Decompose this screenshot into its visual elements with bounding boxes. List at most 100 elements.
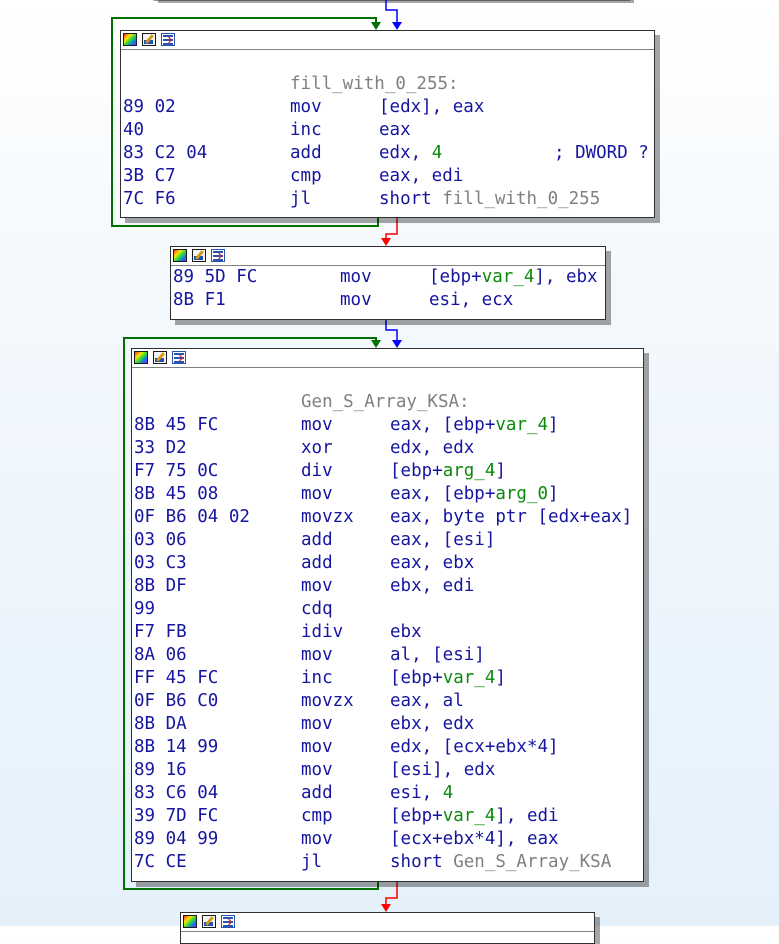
code-line[interactable]: 89 16 mov [esi], edx <box>134 759 643 782</box>
code-line[interactable]: 89 02 mov [edx], eax <box>123 96 654 119</box>
opcode-bytes: 0F B6 C0 <box>134 691 219 711</box>
opcode-bytes: 0F B6 04 02 <box>134 507 250 527</box>
stack-variable[interactable]: var_4 <box>443 806 496 826</box>
jump-target-ref[interactable]: Gen_S_Array_KSA <box>453 852 611 872</box>
operand-text: [ecx+ebx*4], eax <box>390 829 559 849</box>
mnemonic: inc <box>301 668 333 688</box>
operand-text: [ebp+ <box>390 668 443 688</box>
mnemonic: jl <box>301 852 323 872</box>
operand-text: ], ebx <box>534 267 598 287</box>
code-line[interactable]: 7C F6 jl short fill_with_0_255 <box>123 188 654 211</box>
edit-node-icon[interactable] <box>192 249 206 262</box>
operands: eax, ebx <box>390 552 474 575</box>
code-line[interactable]: 8A 06 mov al, [esi] <box>134 644 643 667</box>
edit-node-icon[interactable] <box>153 351 167 364</box>
node-titlebar <box>121 31 654 50</box>
mnemonic: add <box>301 783 333 803</box>
code-line[interactable]: 8B DA mov ebx, edx <box>134 713 643 736</box>
operand-text: short <box>390 852 454 872</box>
mnemonic: xor <box>301 438 333 458</box>
code-line[interactable]: 03 06 add eax, [esi] <box>134 529 643 552</box>
code-line[interactable]: 40 inc eax <box>123 119 654 142</box>
code-line[interactable]: F7 FB idiv ebx <box>134 621 643 644</box>
operands: eax, [ebp+arg_0] <box>390 483 559 506</box>
opcode-bytes: FF 45 FC <box>134 668 219 688</box>
mnemonic: jl <box>290 189 312 209</box>
code-line[interactable]: 8B 45 08 mov eax, [ebp+arg_0] <box>134 483 643 506</box>
code-line[interactable]: 89 5D FC mov [ebp+var_4], ebx <box>173 266 605 289</box>
xref-list-icon[interactable] <box>211 249 225 262</box>
code-line[interactable]: 8B DF mov ebx, edi <box>134 575 643 598</box>
jump-target-ref[interactable]: fill_with_0_255 <box>442 189 600 209</box>
mnemonic: cmp <box>290 166 322 186</box>
edge-into-fill-loop <box>385 0 398 24</box>
code-comment: ; DWORD ? <box>554 143 649 163</box>
opcode-bytes: 8A 06 <box>134 645 187 665</box>
opcode-bytes: 89 5D FC <box>173 267 258 287</box>
xref-list-icon[interactable] <box>221 915 235 928</box>
graph-node-fill-loop[interactable]: fill_with_0_255: 89 02 mov [edx], eax 40 inc… <box>120 30 655 218</box>
code-line[interactable]: 33 D2 xor edx, edx <box>134 437 643 460</box>
node-titlebar <box>132 349 643 368</box>
mnemonic: mov <box>340 290 372 310</box>
stack-variable[interactable]: arg_0 <box>495 484 548 504</box>
opcode-bytes: 03 06 <box>134 530 187 550</box>
graph-view-icon[interactable] <box>123 33 137 46</box>
operand-text: eax, edi <box>379 166 464 186</box>
graph-node-next[interactable] <box>180 912 595 944</box>
code-line[interactable]: 83 C2 04 add edx, 4 ; DWORD ? <box>123 142 654 165</box>
stack-variable[interactable]: var_4 <box>482 267 535 287</box>
operands: al, [esi] <box>390 644 485 667</box>
operands: [esi], edx <box>390 759 495 782</box>
immediate-value: 4 <box>431 143 443 163</box>
code-line[interactable]: 0F B6 04 02 movzx eax, byte ptr [edx+eax] <box>134 506 643 529</box>
operand-text: [ebp+ <box>390 461 443 481</box>
code-line[interactable]: 8B 14 99 mov edx, [ecx+ebx*4] <box>134 736 643 759</box>
code-line[interactable]: 7C CE jl short Gen_S_Array_KSA <box>134 851 643 874</box>
code-line[interactable]: 3B C7 cmp eax, edi <box>123 165 654 188</box>
code-line[interactable]: 8B F1 mov esi, ecx <box>173 289 605 312</box>
xref-list-icon[interactable] <box>172 351 186 364</box>
xref-list-icon[interactable] <box>161 33 175 46</box>
operands: [ebp+var_4], edi <box>390 805 559 828</box>
operand-text: [ebp+ <box>429 267 482 287</box>
operand-text: eax, [esi] <box>390 530 496 550</box>
code-line[interactable]: 89 04 99 mov [ecx+ebx*4], eax <box>134 828 643 851</box>
edit-node-icon[interactable] <box>202 915 216 928</box>
code-line[interactable]: 8B 45 FC mov eax, [ebp+var_4] <box>134 414 643 437</box>
code-line[interactable]: FF 45 FC inc [ebp+var_4] <box>134 667 643 690</box>
code-label[interactable]: fill_with_0_255: <box>290 73 459 96</box>
node-code: fill_with_0_255: 89 02 mov [edx], eax 40 inc… <box>121 50 654 213</box>
graph-view-icon[interactable] <box>134 351 148 364</box>
code-label[interactable]: Gen_S_Array_KSA: <box>301 391 470 414</box>
operands: eax <box>379 119 411 142</box>
edit-node-icon[interactable] <box>142 33 156 46</box>
code-line[interactable]: F7 75 0C div [ebp+arg_4] <box>134 460 643 483</box>
stack-variable[interactable]: var_4 <box>495 415 548 435</box>
operands: esi, 4 <box>390 782 453 805</box>
code-line[interactable]: 83 C6 04 add esi, 4 <box>134 782 643 805</box>
opcode-bytes: 83 C2 04 <box>123 143 208 163</box>
operands: [ecx+ebx*4], eax <box>390 828 559 851</box>
graph-node-ksa-loop[interactable]: Gen_S_Array_KSA: 8B 45 FC mov eax, [ebp+va… <box>131 348 644 882</box>
stack-variable[interactable]: var_4 <box>443 668 496 688</box>
operand-text: [edx], eax <box>379 97 485 117</box>
graph-view-icon[interactable] <box>183 915 197 928</box>
code-line[interactable]: 03 C3 add eax, ebx <box>134 552 643 575</box>
operand-text: ebx, edx <box>390 714 475 734</box>
node-titlebar <box>181 913 594 932</box>
operands: ebx, edi <box>390 575 474 598</box>
operand-text: ], edi <box>495 806 559 826</box>
mnemonic: inc <box>290 120 322 140</box>
operand-text: eax, ebx <box>390 553 475 573</box>
stack-variable[interactable]: arg_4 <box>443 461 496 481</box>
opcode-bytes: F7 FB <box>134 622 187 642</box>
operands: [ebp+var_4] <box>390 667 506 690</box>
code-line[interactable]: 39 7D FC cmp [ebp+var_4], edi <box>134 805 643 828</box>
code-line[interactable]: 99 cdq <box>134 598 643 621</box>
graph-node-init[interactable]: 89 5D FC mov [ebp+var_4], ebx 8B F1 mov esi, … <box>170 246 606 320</box>
mnemonic: mov <box>301 576 333 596</box>
opcode-bytes: 8B DF <box>134 576 187 596</box>
graph-view-icon[interactable] <box>173 249 187 262</box>
code-line[interactable]: 0F B6 C0 movzx eax, al <box>134 690 643 713</box>
